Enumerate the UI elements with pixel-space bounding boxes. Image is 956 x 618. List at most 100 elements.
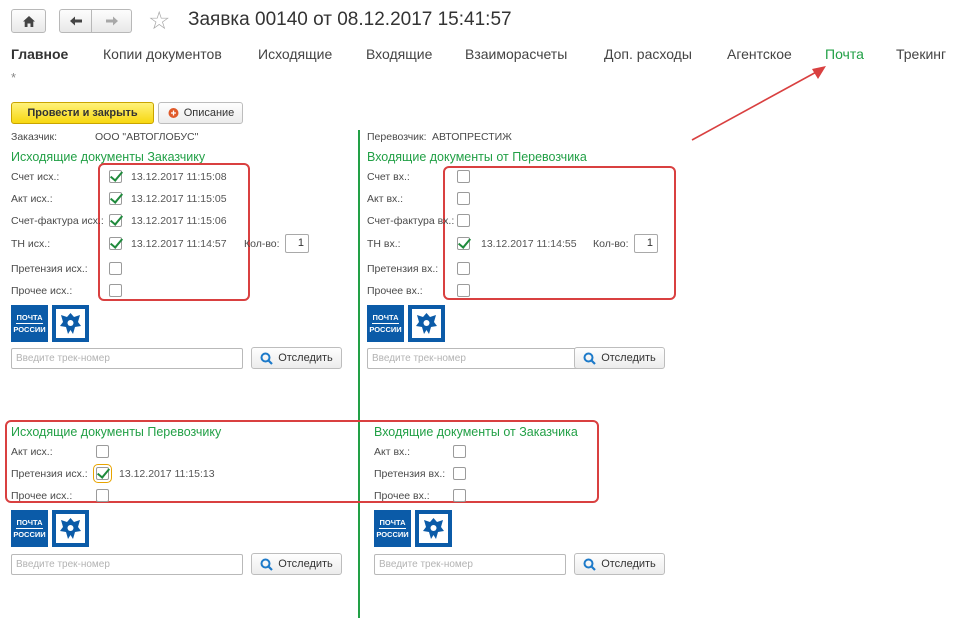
- track-number-input[interactable]: Введите трек-номер: [367, 348, 586, 369]
- annotation-arrow: [691, 66, 826, 141]
- out-customer-title: Исходящие документы Заказчику: [11, 150, 206, 164]
- search-icon: [260, 352, 273, 365]
- russian-post-logo[interactable]: ПОЧТА РОССИИ: [11, 305, 48, 342]
- in-carrier-label: Прочее вх.:: [367, 285, 423, 297]
- out-customer-label: Акт исх.:: [11, 193, 53, 205]
- out-carrier-label: Прочее исх.:: [11, 490, 73, 502]
- in-customer-label: Претензия вх.:: [374, 468, 446, 480]
- tab-settlements[interactable]: Взаиморасчеты: [465, 46, 567, 62]
- in-carrier-invoice-factura-checkbox[interactable]: [457, 214, 470, 227]
- customer-value: ООО "АВТОГЛОБУС": [95, 131, 199, 143]
- carrier-value: АВТОПРЕСТИЖ: [432, 131, 512, 143]
- column-divider: [358, 130, 360, 618]
- tab-outgoing[interactable]: Исходящие: [258, 46, 332, 62]
- in-carrier-label: Счет вх.:: [367, 171, 410, 183]
- eagle-emblem-icon[interactable]: [52, 510, 89, 547]
- out-carrier-title: Исходящие документы Перевозчику: [11, 425, 222, 439]
- out-customer-date: 13.12.2017 11:15:08: [131, 171, 227, 183]
- in-customer-label: Прочее вх.:: [374, 490, 430, 502]
- out-carrier-date: 13.12.2017 11:15:13: [119, 468, 215, 480]
- eagle-icon: [56, 309, 85, 338]
- description-icon: [168, 108, 179, 118]
- search-icon: [583, 558, 596, 571]
- eagle-icon: [419, 514, 448, 543]
- track-button-label: Отследить: [278, 558, 333, 570]
- russian-post-logo[interactable]: ПОЧТА РОССИИ: [374, 510, 411, 547]
- out-customer-date: 13.12.2017 11:14:57: [131, 238, 227, 250]
- tab-tracking[interactable]: Трекинг: [896, 46, 946, 62]
- in-carrier-qty-field[interactable]: 1: [634, 234, 658, 253]
- track-button[interactable]: Отследить: [574, 347, 665, 369]
- in-customer-act-checkbox[interactable]: [453, 445, 466, 458]
- search-icon: [260, 558, 273, 571]
- in-carrier-act-checkbox[interactable]: [457, 192, 470, 205]
- in-carrier-qty-label: Кол-во:: [593, 238, 629, 250]
- track-button[interactable]: Отследить: [251, 347, 342, 369]
- in-carrier-other-checkbox[interactable]: [457, 284, 470, 297]
- in-customer-label: Акт вх.:: [374, 446, 411, 458]
- out-carrier-act-checkbox[interactable]: [96, 445, 109, 458]
- tab-incoming[interactable]: Входящие: [366, 46, 432, 62]
- out-customer-date: 13.12.2017 11:15:05: [131, 193, 227, 205]
- in-carrier-label: Счет-фактура вх.:: [367, 215, 455, 227]
- out-customer-qty-label: Кол-во:: [244, 238, 280, 250]
- track-number-input[interactable]: Введите трек-номер: [11, 348, 243, 369]
- track-number-input[interactable]: Введите трек-номер: [11, 554, 243, 575]
- out-customer-waybill-checkbox[interactable]: [109, 237, 122, 250]
- out-customer-invoice-factura-checkbox[interactable]: [109, 214, 122, 227]
- back-button[interactable]: [59, 9, 92, 33]
- out-carrier-claim-checkbox[interactable]: [93, 464, 112, 483]
- in-carrier-claim-checkbox[interactable]: [457, 262, 470, 275]
- in-carrier-date: 13.12.2017 11:14:55: [481, 238, 577, 250]
- home-icon: [22, 15, 35, 27]
- in-carrier-invoice-checkbox[interactable]: [457, 170, 470, 183]
- out-carrier-other-checkbox[interactable]: [96, 489, 109, 502]
- out-customer-act-checkbox[interactable]: [109, 192, 122, 205]
- star-icon[interactable]: ☆: [148, 6, 170, 36]
- out-customer-label: Прочее исх.:: [11, 285, 73, 297]
- track-button-label: Отследить: [278, 352, 333, 364]
- in-carrier-label: ТН вх.:: [367, 238, 401, 250]
- out-customer-label: Претензия исх.:: [11, 263, 88, 275]
- carrier-label: Перевозчик:: [367, 131, 427, 143]
- out-customer-label: ТН исх.:: [11, 238, 51, 250]
- in-carrier-title: Входящие документы от Перевозчика: [367, 150, 587, 164]
- eagle-emblem-icon[interactable]: [52, 305, 89, 342]
- description-button-label: Описание: [183, 107, 235, 119]
- track-button-label: Отследить: [601, 352, 656, 364]
- eagle-emblem-icon[interactable]: [415, 510, 452, 547]
- russian-post-logo[interactable]: ПОЧТА РОССИИ: [11, 510, 48, 547]
- out-carrier-label: Акт исх.:: [11, 446, 53, 458]
- arrow-right-icon: [105, 16, 118, 26]
- description-button[interactable]: Описание: [158, 102, 243, 124]
- track-number-input[interactable]: Введите трек-номер: [374, 554, 566, 575]
- tab-document-copies[interactable]: Копии документов: [103, 46, 222, 62]
- page-title: Заявка 00140 от 08.12.2017 15:41:57: [188, 9, 512, 30]
- in-carrier-label: Претензия вх.:: [367, 263, 439, 275]
- in-customer-other-checkbox[interactable]: [453, 489, 466, 502]
- in-customer-claim-checkbox[interactable]: [453, 467, 466, 480]
- out-customer-invoice-checkbox[interactable]: [109, 170, 122, 183]
- out-customer-qty-field[interactable]: 1: [285, 234, 309, 253]
- customer-label: Заказчик:: [11, 131, 58, 143]
- out-customer-date: 13.12.2017 11:15:06: [131, 215, 227, 227]
- in-customer-title: Входящие документы от Заказчика: [374, 425, 578, 439]
- eagle-emblem-icon[interactable]: [408, 305, 445, 342]
- in-carrier-waybill-checkbox[interactable]: [457, 237, 470, 250]
- in-carrier-label: Акт вх.:: [367, 193, 404, 205]
- track-button[interactable]: Отследить: [574, 553, 665, 575]
- highlight-box-out-customer: [98, 163, 250, 301]
- forward-button[interactable]: [92, 9, 132, 33]
- highlight-box-in-carrier: [443, 166, 676, 300]
- out-customer-label: Счет-фактура исх.:: [11, 215, 104, 227]
- eagle-icon: [412, 309, 441, 338]
- home-button[interactable]: [11, 9, 46, 33]
- tab-extra-costs[interactable]: Доп. расходы: [604, 46, 692, 62]
- tab-main[interactable]: Главное: [11, 46, 68, 62]
- out-customer-claim-checkbox[interactable]: [109, 262, 122, 275]
- out-customer-other-checkbox[interactable]: [109, 284, 122, 297]
- russian-post-logo[interactable]: ПОЧТА РОССИИ: [367, 305, 404, 342]
- eagle-icon: [56, 514, 85, 543]
- track-button[interactable]: Отследить: [251, 553, 342, 575]
- post-and-close-button[interactable]: Провести и закрыть: [11, 102, 154, 124]
